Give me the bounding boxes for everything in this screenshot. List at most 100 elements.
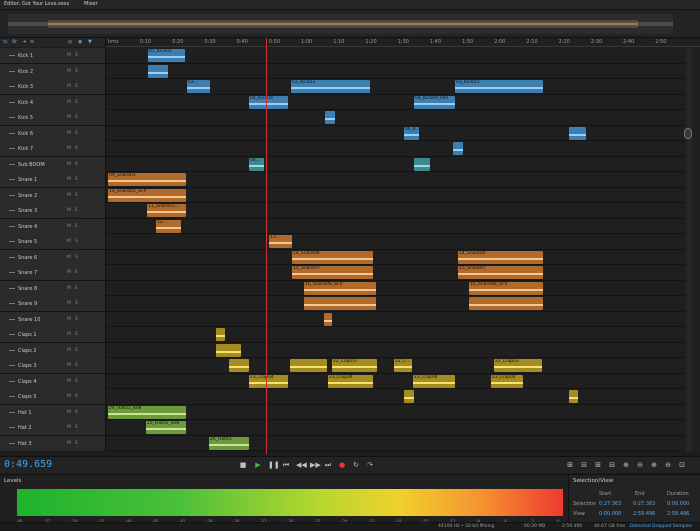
audio-clip[interactable]: 16_Snare08_SFX <box>304 281 376 295</box>
audio-clip[interactable] <box>216 343 241 357</box>
tab-mixer[interactable]: Mixer <box>84 1 98 7</box>
zoom-in-amplitude-icon[interactable]: ⊞ <box>566 461 574 469</box>
track-row[interactable]: Snare 2 MS 10_Snare02_SFX <box>0 187 685 203</box>
audio-clip[interactable]: 04_Kick04_Pan <box>414 95 455 109</box>
audio-clip[interactable]: 22_C... <box>394 359 412 372</box>
track-mute-button[interactable]: M <box>67 146 75 151</box>
track-grip-icon[interactable] <box>9 303 15 304</box>
track-grip-icon[interactable] <box>9 163 15 165</box>
status-warning[interactable]: Detected Dropped Samples <box>630 524 692 529</box>
track-mute-button[interactable]: M <box>67 425 75 430</box>
track-name[interactable]: Hat 3 <box>18 441 32 447</box>
track-solo-button[interactable]: S <box>75 425 82 430</box>
audio-clip[interactable]: 09_Snare01 <box>108 173 186 186</box>
track-mute-button[interactable]: M <box>67 286 75 291</box>
audio-clip[interactable]: 26_Hat03 <box>209 436 249 450</box>
audio-clip[interactable] <box>325 111 335 124</box>
track-header[interactable]: Claps 2 MS <box>0 342 106 358</box>
track-solo-button[interactable]: S <box>75 410 82 415</box>
audio-clip[interactable]: 25_Hat02_808 <box>146 421 186 434</box>
view-start-value[interactable]: 0:00.000 <box>599 511 621 517</box>
track-mute-button[interactable]: M <box>67 363 75 368</box>
track-grip-icon[interactable] <box>9 70 15 72</box>
track-row[interactable]: Snare 4 MS 12... <box>0 218 685 234</box>
track-row[interactable]: Hat 3 MS 26_Hat03 <box>0 435 685 451</box>
vertical-zoom-handle[interactable] <box>684 128 692 139</box>
track-header[interactable]: Snare 10 MS <box>0 311 106 327</box>
track-solo-button[interactable]: S <box>75 379 82 384</box>
audio-clip[interactable]: 06_K... <box>404 126 419 140</box>
track-name[interactable]: Claps 2 <box>18 348 37 354</box>
selection-start-value[interactable]: 0:27.363 <box>599 501 621 507</box>
track-solo-button[interactable]: S <box>75 84 82 89</box>
track-solo-button[interactable]: S <box>75 348 82 353</box>
audio-clip[interactable]: 23_Clap04 <box>328 374 373 388</box>
audio-clip[interactable] <box>304 297 376 310</box>
track-name[interactable]: Snare 5 <box>18 239 37 245</box>
track-solo-button[interactable]: S <box>75 146 82 151</box>
track-name[interactable]: Kick 1 <box>18 53 33 59</box>
track-mute-button[interactable]: M <box>67 317 75 322</box>
playhead[interactable] <box>266 38 267 454</box>
track-solo-button[interactable]: S <box>75 286 82 291</box>
track-grip-icon[interactable] <box>9 55 15 56</box>
track-grip-icon[interactable] <box>9 349 15 351</box>
track-name[interactable]: Kick 6 <box>18 131 33 137</box>
track-grip-icon[interactable] <box>9 287 15 289</box>
track-name[interactable]: Kick 2 <box>18 69 33 75</box>
audio-clip[interactable] <box>453 142 463 155</box>
track-header[interactable]: Snare 2 MS <box>0 187 106 203</box>
track-header[interactable]: Hat 3 MS <box>0 435 106 451</box>
track-mute-button[interactable]: M <box>67 270 75 275</box>
selection-duration-value[interactable]: 0:00.000 <box>667 501 689 507</box>
track-grip-icon[interactable] <box>9 132 15 134</box>
track-row[interactable]: Kick 6 MS 06_K... <box>0 125 685 141</box>
tab-editor[interactable]: Editor: Got Your Love.sesx <box>4 1 69 7</box>
audio-clip[interactable]: 12... <box>156 219 181 233</box>
track-header[interactable]: Kick 6 MS <box>0 125 106 141</box>
track-solo-button[interactable]: S <box>75 131 82 136</box>
track-solo-button[interactable]: S <box>75 394 82 399</box>
track-header[interactable]: Snare 5 MS <box>0 234 106 249</box>
track-row[interactable]: Claps 3 MS 22_Clap03 22_C... 22_Clap03 <box>0 358 685 374</box>
zoom-in-icon[interactable]: ⊕ <box>622 461 630 469</box>
track-solo-button[interactable]: S <box>75 301 82 306</box>
view-duration-value[interactable]: 2:59.496 <box>667 511 689 517</box>
track-header[interactable]: Kick 2 MS <box>0 63 106 79</box>
track-header[interactable]: Snare 6 MS <box>0 249 106 265</box>
track-name[interactable]: Hat 2 <box>18 425 32 431</box>
track-header[interactable]: Hat 2 MS <box>0 420 106 435</box>
zoom-icon[interactable]: ◎ <box>68 39 72 45</box>
track-solo-button[interactable]: S <box>75 177 82 182</box>
audio-clip[interactable]: 03_Kick03 <box>455 80 543 93</box>
track-mute-button[interactable]: M <box>67 177 75 182</box>
track-solo-button[interactable]: S <box>75 100 82 105</box>
track-header[interactable]: Snare 7 MS <box>0 265 106 280</box>
skip-button[interactable]: ↷ <box>366 461 374 469</box>
track-name[interactable]: Snare 1 <box>18 177 37 183</box>
rewind-button[interactable]: ◀◀ <box>296 461 307 469</box>
send-icon[interactable]: ⇥ <box>22 39 26 45</box>
track-mute-button[interactable]: M <box>67 193 75 198</box>
track-name[interactable]: Snare 8 <box>18 286 37 292</box>
track-grip-icon[interactable] <box>9 101 15 103</box>
track-grip-icon[interactable] <box>9 427 15 428</box>
loop-button[interactable]: ↻ <box>352 461 360 469</box>
zoom-out-amplitude-icon[interactable]: ⊟ <box>580 461 588 469</box>
track-solo-button[interactable]: S <box>75 363 82 368</box>
track-mute-button[interactable]: M <box>67 69 75 74</box>
track-row[interactable]: Kick 4 MS 04_Kick04 04_Kick04_Pan <box>0 94 685 110</box>
track-name[interactable]: Kick 7 <box>18 146 33 152</box>
track-header[interactable]: Snare 4 MS <box>0 218 106 234</box>
track-header[interactable]: Hat 1 MS <box>0 404 106 420</box>
fast-forward-button[interactable]: ▶▶ <box>310 461 321 469</box>
track-mute-button[interactable]: M <box>67 162 75 167</box>
track-row[interactable]: Kick 1 MS 01_Kick01 <box>0 48 685 64</box>
track-mute-button[interactable]: M <box>67 131 75 136</box>
track-name[interactable]: Claps 5 <box>18 394 37 400</box>
track-name[interactable]: Snare 6 <box>18 255 37 261</box>
audio-clip[interactable] <box>290 359 327 372</box>
audio-clip[interactable]: 23_Clap04 <box>491 374 523 388</box>
eq-icon[interactable]: ≋ <box>30 39 34 45</box>
track-grip-icon[interactable] <box>9 117 15 118</box>
